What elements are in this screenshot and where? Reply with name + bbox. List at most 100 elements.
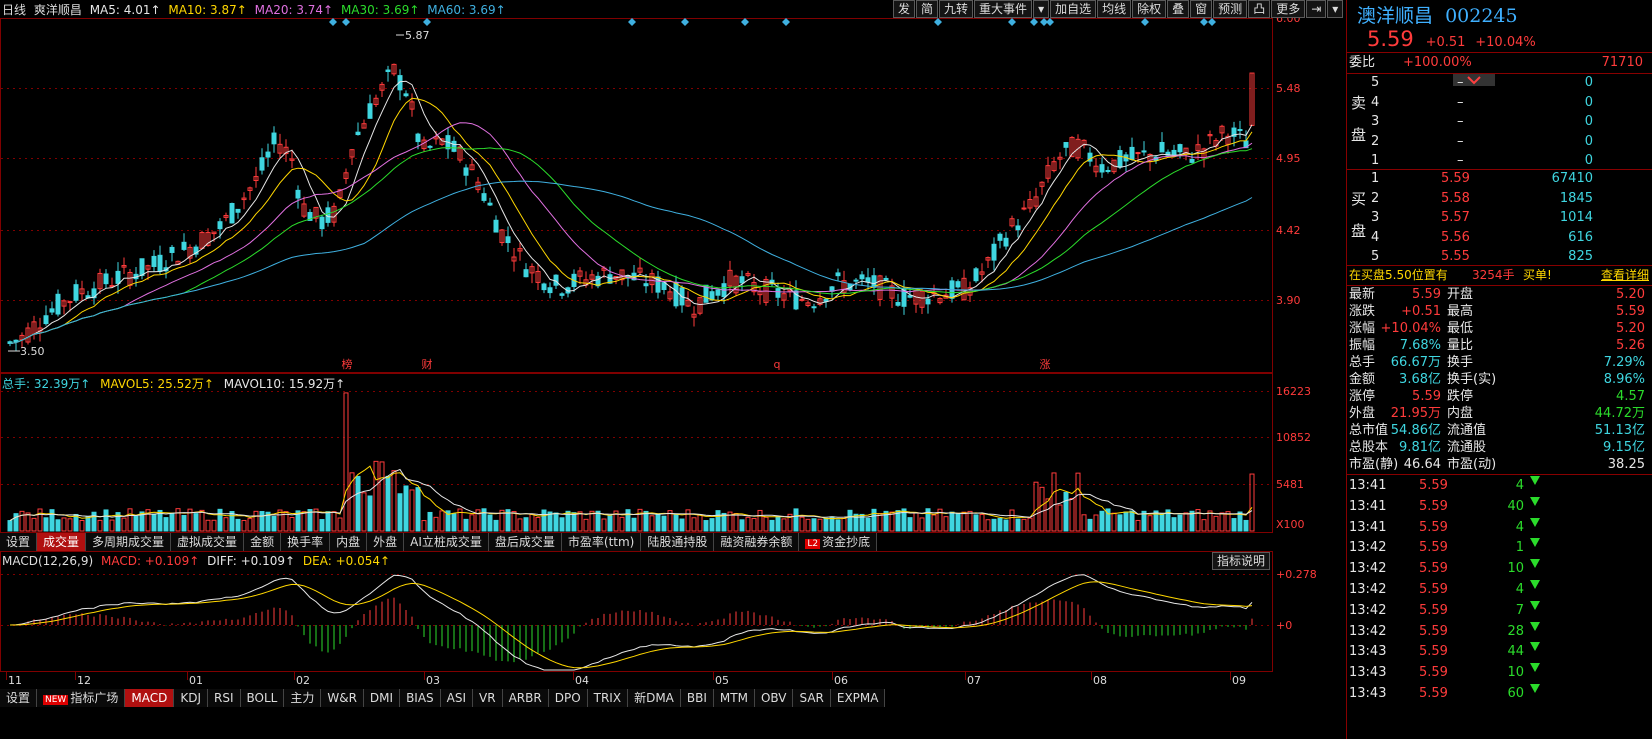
candle [43,315,49,325]
order-level[interactable]: 5 – 0 [1347,73,1652,93]
volume-bar [865,517,871,532]
tab-vol-13[interactable]: L2 资金抄底 [799,533,878,551]
volume-bar [103,509,109,532]
candle [115,270,121,284]
toolbar-button[interactable]: 叠 [1167,0,1190,18]
tab-ind-4[interactable]: RSI [208,689,241,707]
tab-ind-12[interactable]: ARBR [502,689,549,707]
price-change: +0.51 [1425,35,1466,50]
candle [673,281,679,307]
tab-vol-11[interactable]: 陆股通持股 [641,533,715,551]
tab-ind-16[interactable]: BBI [680,689,714,707]
tab-ind-18[interactable]: OBV [754,689,794,707]
low-price-label: 3.50 [20,345,45,358]
toolbar-button[interactable]: 发 [893,0,916,18]
volume-bar [493,519,499,532]
indicator-explain-button[interactable]: 指标说明 [1212,552,1271,570]
event-label: 财 [422,357,433,371]
volume-bar [91,511,97,532]
price-axis-label: 3.90 [1276,294,1301,307]
order-level[interactable]: 4 – 0 [1347,93,1652,113]
tab-vol-8[interactable]: AI立桩成交量 [404,533,489,551]
candle [991,243,997,261]
chart-area[interactable]: 6.00 5.48 4.95 4.42 3.90 16223 10852 5481 X100 +0… [0,0,1345,739]
order-level[interactable]: 2 5.58 1845 [1347,189,1652,209]
order-level[interactable]: 5 5.55 825 [1347,247,1652,267]
tab-vol-1[interactable]: 成交量 [37,533,87,551]
toolbar-button[interactable]: 凸 [1248,0,1271,18]
volume-bar [355,475,361,532]
tab-ind-15[interactable]: 新DMA [628,689,681,707]
order-level[interactable]: 1 – 0 [1347,151,1652,171]
stat-value: 5.20 [1616,287,1645,302]
tab-vol-4[interactable]: 金额 [244,533,282,551]
candle [355,131,361,136]
volume-bar [631,517,637,532]
volume-bar [943,516,949,532]
tick-price: 5.59 [1419,602,1448,618]
tab-ind-0[interactable]: 设置 [0,689,38,707]
tab-vol-2[interactable]: 多周期成交量 [86,533,172,551]
stat-label: 最高 [1447,304,1474,319]
tab-ind-2[interactable]: MACD [125,689,175,707]
tab-vol-3[interactable]: 虚拟成交量 [171,533,245,551]
tab-vol-6[interactable]: 内盘 [330,533,368,551]
volume-bar [733,513,739,532]
stat-label: 换手(实) [1447,372,1497,387]
volume-bar [1207,510,1213,532]
tab-vol-9[interactable]: 盘后成交量 [488,533,562,551]
volume-bar [31,517,37,532]
tab-vol-7[interactable]: 外盘 [367,533,405,551]
big-order-notice[interactable]: 在买盘5.50位置有 3254手 买单! 查看详细 [1347,265,1652,285]
tab-vol-5[interactable]: 换手率 [281,533,331,551]
month-label: 02 [296,674,310,687]
indicator-tabs: 设置 NEW 指标广场 MACD KDJ RSI BOLL 主力 W&R DMI BIAS ASI VR… [0,689,886,707]
tab-ind-14[interactable]: TRIX [587,689,629,707]
toolbar-button[interactable]: ⇥ [1306,0,1327,18]
order-level[interactable]: 1 5.59 67410 [1347,169,1652,189]
tab-ind-20[interactable]: EXPMA [830,689,886,707]
tab-ind-1[interactable]: NEW 指标广场 [37,689,126,707]
toolbar-button[interactable]: 均线 [1097,0,1132,18]
notice-detail-link[interactable]: 查看详细 [1601,265,1649,285]
stat-row: 总手 66.67万 换手 7.29% [1347,354,1652,371]
toolbar-button[interactable]: 除权 [1132,0,1167,18]
tab-ind-10[interactable]: ASI [440,689,474,707]
order-level[interactable]: 3 5.57 1014 [1347,208,1652,228]
toolbar-button[interactable]: 预测 [1213,0,1248,18]
tab-ind-5[interactable]: BOLL [240,689,285,707]
tab-vol-12[interactable]: 融资融券余额 [714,533,800,551]
toolbar-button[interactable]: 重大事件 [974,0,1033,18]
toolbar-button[interactable]: ▾ [1033,0,1050,18]
tick-volume: 60 [1507,686,1524,701]
tab-label: 指标广场 [70,691,119,705]
tab-ind-3[interactable]: KDJ [174,689,208,707]
tab-vol-0[interactable]: 设置 [0,533,38,551]
tab-ind-17[interactable]: MTM [713,689,755,707]
volume-bar [619,516,625,532]
volume-bar [487,514,493,532]
tab-ind-7[interactable]: W&R [321,689,364,707]
toolbar-button[interactable]: 九转 [939,0,974,18]
volume-bar [913,512,919,532]
tab-ind-9[interactable]: BIAS [400,689,441,707]
tab-ind-6[interactable]: 主力 [284,689,322,707]
order-level[interactable]: 4 5.56 616 [1347,228,1652,248]
toolbar-button[interactable]: ▾ [1327,0,1344,18]
volume-bar [949,511,955,532]
toolbar-button[interactable]: 简 [916,0,939,18]
kline-chart[interactable]: 6.005.484.954.423.9016223108525481X100+0… [0,0,1345,739]
tick-time: 13:41 [1349,478,1387,493]
volume-bar [1147,515,1153,532]
order-level[interactable]: 3 – 0 [1347,112,1652,132]
toolbar-button[interactable]: 窗 [1190,0,1213,18]
order-level[interactable]: 2 – 0 [1347,132,1652,152]
tab-ind-13[interactable]: DPO [548,689,588,707]
tab-vol-10[interactable]: 市盈率(ttm) [561,533,642,551]
toolbar-button[interactable]: 更多 [1271,0,1306,18]
tab-ind-19[interactable]: SAR [793,689,831,707]
toolbar-button[interactable]: 加自选 [1050,0,1097,18]
tab-ind-8[interactable]: DMI [363,689,401,707]
tab-ind-11[interactable]: VR [473,689,503,707]
volume-bar [1231,518,1237,532]
